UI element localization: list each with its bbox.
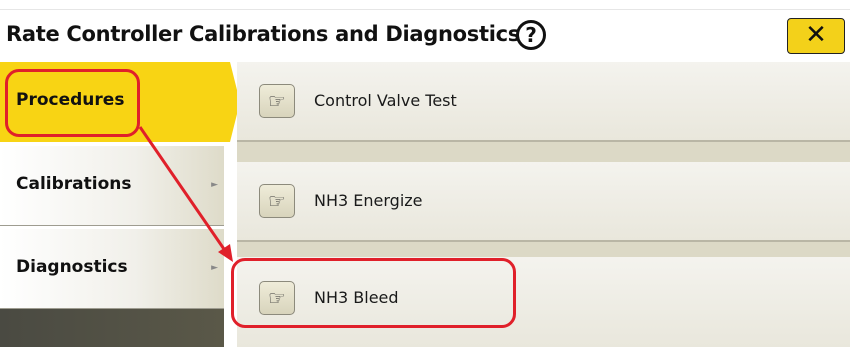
annotation-arrow-icon [138,126,233,262]
